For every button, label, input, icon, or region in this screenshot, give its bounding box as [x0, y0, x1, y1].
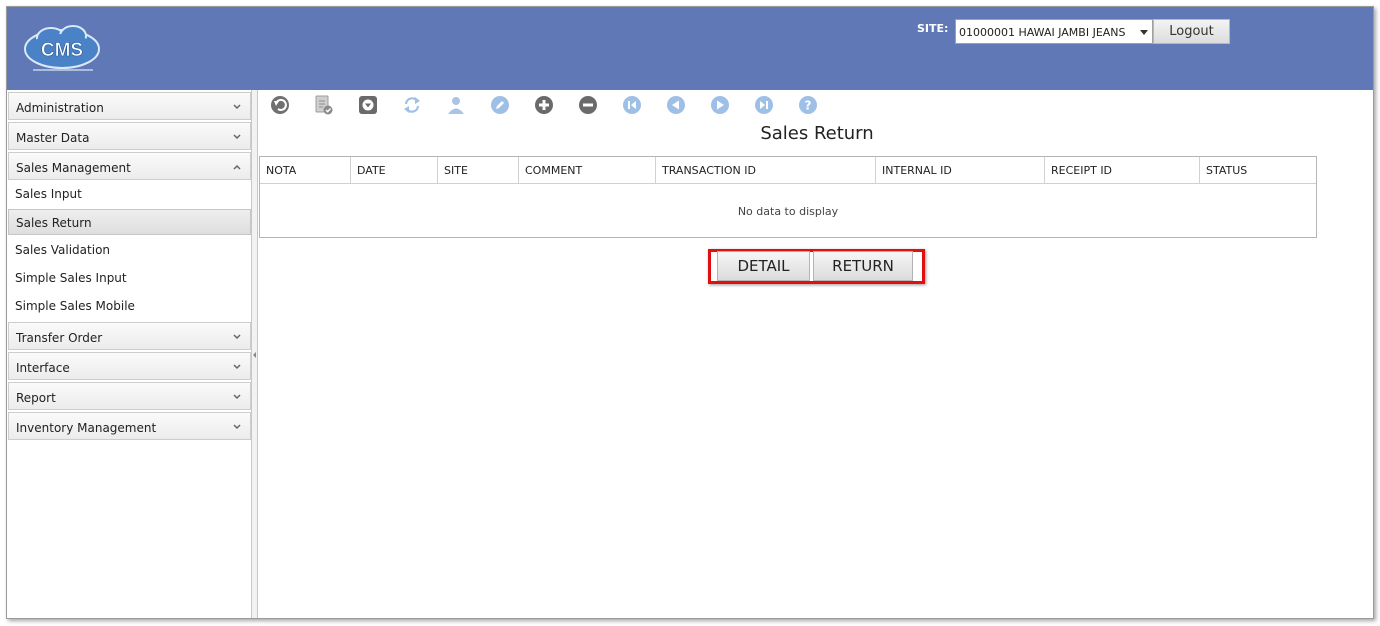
sidebar-splitter[interactable]: [252, 90, 258, 618]
sidebar-group-inventory-management[interactable]: Inventory Management: [8, 412, 251, 440]
first-page-icon[interactable]: [622, 95, 642, 115]
sidebar-group-label: Administration: [16, 101, 104, 115]
refresh-icon[interactable]: [402, 95, 422, 115]
chevron-down-icon: [233, 394, 241, 400]
column-header-internal-id[interactable]: INTERNAL ID: [876, 157, 1045, 184]
collapse-arrow-icon: [253, 352, 256, 358]
sidebar-group-master-data[interactable]: Master Data: [8, 122, 251, 150]
detail-button[interactable]: DETAIL: [717, 251, 810, 281]
sidebar-item-simple-sales-mobile[interactable]: Simple Sales Mobile: [8, 293, 251, 319]
chevron-up-icon: [233, 164, 241, 170]
column-header-comment[interactable]: COMMENT: [519, 157, 656, 184]
sidebar-group-label: Report: [16, 391, 56, 405]
svg-text:?: ?: [805, 99, 812, 113]
next-icon[interactable]: [710, 95, 730, 115]
column-header-transaction-id[interactable]: TRANSACTION ID: [656, 157, 876, 184]
column-header-site[interactable]: SITE: [438, 157, 519, 184]
chevron-down-icon: [233, 134, 241, 140]
sidebar-group-label: Sales Management: [16, 161, 131, 175]
sidebar-group-interface[interactable]: Interface: [8, 352, 251, 380]
sidebar: Administration Master Data Sales Managem…: [7, 90, 252, 618]
last-page-icon[interactable]: [754, 95, 774, 115]
chevron-down-icon: [233, 334, 241, 340]
return-button[interactable]: RETURN: [813, 251, 913, 281]
cms-logo: CMS: [24, 25, 100, 71]
app-header: CMS SITE: 01000001 HAWAI JAMBI JEANS Log…: [7, 7, 1373, 90]
sidebar-group-administration[interactable]: Administration: [8, 92, 251, 120]
help-icon[interactable]: ?: [798, 95, 818, 115]
edit-icon[interactable]: [490, 95, 510, 115]
column-header-date[interactable]: DATE: [351, 157, 438, 184]
sidebar-item-sales-return[interactable]: Sales Return: [8, 209, 251, 235]
sidebar-group-report[interactable]: Report: [8, 382, 251, 410]
grid-header: NOTA DATE SITE COMMENT TRANSACTION ID IN…: [260, 157, 1316, 184]
sidebar-group-transfer-order[interactable]: Transfer Order: [8, 322, 251, 350]
sales-return-grid: NOTA DATE SITE COMMENT TRANSACTION ID IN…: [259, 156, 1317, 238]
column-header-nota[interactable]: NOTA: [260, 157, 351, 184]
column-header-status[interactable]: STATUS: [1200, 157, 1316, 184]
logo-text: CMS: [41, 40, 83, 61]
sidebar-group-label: Interface: [16, 361, 70, 375]
user-icon[interactable]: [446, 95, 466, 115]
site-select[interactable]: 01000001 HAWAI JAMBI JEANS: [955, 19, 1153, 44]
chevron-down-icon: [233, 104, 241, 110]
undo-icon[interactable]: [270, 95, 290, 115]
download-icon[interactable]: [358, 95, 378, 115]
add-icon[interactable]: [534, 95, 554, 115]
page-title: Sales Return: [760, 123, 874, 144]
site-label: SITE:: [917, 22, 949, 35]
approve-document-icon[interactable]: [313, 95, 333, 115]
sidebar-group-label: Master Data: [16, 131, 90, 145]
chevron-down-icon: [1140, 30, 1148, 35]
sidebar-group-label: Inventory Management: [16, 421, 157, 435]
column-header-receipt-id[interactable]: RECEIPT ID: [1045, 157, 1200, 184]
previous-icon[interactable]: [666, 95, 686, 115]
remove-icon[interactable]: [578, 95, 598, 115]
chevron-down-icon: [233, 364, 241, 370]
chevron-down-icon: [233, 424, 241, 430]
sidebar-group-sales-management[interactable]: Sales Management: [8, 152, 251, 180]
empty-grid-message: No data to display: [737, 205, 839, 218]
sidebar-group-label: Transfer Order: [16, 331, 103, 345]
sidebar-item-sales-input[interactable]: Sales Input: [8, 181, 251, 207]
sidebar-item-simple-sales-input[interactable]: Simple Sales Input: [8, 265, 251, 291]
logout-button[interactable]: Logout: [1153, 19, 1230, 44]
site-select-value: 01000001 HAWAI JAMBI JEANS: [959, 26, 1126, 39]
sidebar-item-sales-validation[interactable]: Sales Validation: [8, 237, 251, 263]
app-window: CMS SITE: 01000001 HAWAI JAMBI JEANS Log…: [6, 6, 1374, 619]
